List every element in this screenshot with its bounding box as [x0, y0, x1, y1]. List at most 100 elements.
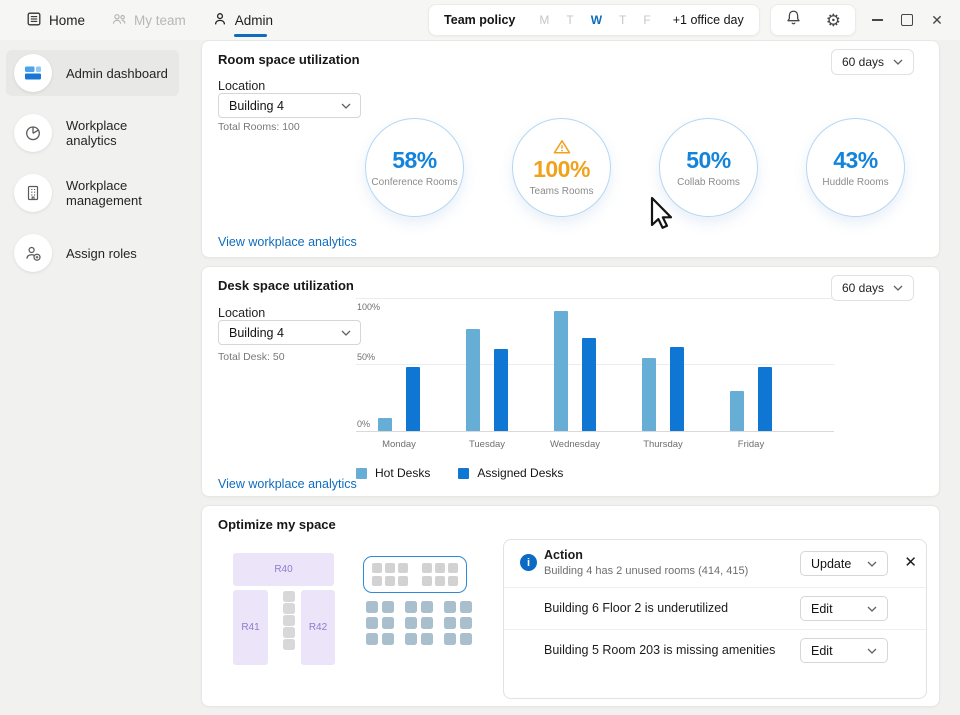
edit-dropdown-button[interactable]: Edit	[800, 596, 888, 621]
utilization-pct: 100%	[533, 156, 590, 183]
view-workplace-analytics-link[interactable]: View workplace analytics	[218, 477, 357, 491]
desk-square	[385, 576, 395, 586]
bar-hot-desks	[378, 418, 392, 431]
floorplan-room-r41[interactable]: R41	[233, 590, 268, 665]
room-type-label: Teams Rooms	[530, 186, 594, 197]
floorplan-room-r42[interactable]: R42	[301, 590, 335, 665]
sidebar-item-assign-roles[interactable]: Assign roles	[6, 230, 179, 276]
floorplan-desk-column	[283, 591, 295, 650]
desk-square	[372, 576, 382, 586]
location-select[interactable]: Building 4	[218, 320, 361, 345]
room-space-utilization-card: Room space utilization 60 days Location …	[201, 40, 940, 258]
tab-home-label: Home	[49, 13, 85, 28]
bar-hot-desks	[554, 311, 568, 431]
pie-chart-icon	[14, 114, 52, 152]
x-axis-label: Friday	[711, 439, 791, 450]
day-wednesday[interactable]: W	[591, 13, 602, 27]
window-controls: ✕	[862, 0, 952, 40]
bar-group-wednesday	[554, 311, 596, 431]
card-title: Desk space utilization	[218, 278, 354, 293]
bar-assigned-desks	[494, 349, 508, 431]
desk-cluster	[444, 601, 472, 645]
chevron-down-icon	[867, 561, 877, 567]
total-desks: Total Desk: 50	[218, 351, 285, 363]
legend-swatch	[458, 468, 469, 479]
office-day-label: +1 office day	[673, 13, 744, 27]
bell-icon[interactable]	[785, 9, 802, 31]
x-axis-label: Monday	[359, 439, 439, 450]
floorplan-room-r40[interactable]: R40	[233, 553, 334, 586]
sidebar-item-workplace-management[interactable]: Workplace management	[6, 170, 179, 216]
desk-square	[435, 563, 445, 573]
x-axis-label: Wednesday	[535, 439, 615, 450]
chevron-down-icon	[867, 606, 877, 612]
desk-square	[283, 591, 295, 602]
team-policy-pill: Team policy M T W T F +1 office day	[428, 4, 760, 36]
tab-admin[interactable]: Admin	[212, 0, 273, 40]
view-workplace-analytics-link[interactable]: View workplace analytics	[218, 235, 357, 249]
desk-period-dropdown[interactable]: 60 days	[831, 275, 914, 301]
chevron-down-icon	[867, 648, 877, 654]
day-friday[interactable]: F	[643, 13, 650, 27]
close-button[interactable]: ✕	[922, 0, 952, 40]
room-period-dropdown[interactable]: 60 days	[831, 49, 914, 75]
update-dropdown-button[interactable]: Update	[800, 551, 888, 576]
legend-hot-desks[interactable]: Hot Desks	[356, 466, 430, 480]
desk-square	[283, 627, 295, 638]
assign-roles-icon	[14, 234, 52, 272]
tab-my-team[interactable]: My team	[111, 0, 186, 40]
action-subtitle: Building 4 has 2 unused rooms (414, 415)	[544, 565, 748, 577]
bar-group-thursday	[642, 347, 684, 431]
button-label: Edit	[811, 644, 833, 658]
legend-assigned-desks[interactable]: Assigned Desks	[458, 466, 563, 480]
action-row-text: Building 6 Floor 2 is underutilized	[544, 601, 728, 615]
location-label: Location	[218, 79, 265, 93]
day-monday[interactable]: M	[539, 13, 549, 27]
card-title: Optimize my space	[218, 517, 336, 532]
bar-hot-desks	[466, 329, 480, 431]
selected-desk-row[interactable]	[363, 556, 467, 593]
sidebar-item-workplace-analytics[interactable]: Workplace analytics	[6, 110, 179, 156]
bar-hot-desks	[642, 358, 656, 431]
collab-rooms-circle: 50% Collab Rooms	[659, 118, 758, 217]
bar-group-tuesday	[466, 329, 508, 431]
y-tick: 100%	[357, 302, 380, 312]
location-select[interactable]: Building 4	[218, 93, 361, 118]
notification-settings-pill: ⚙	[770, 4, 856, 36]
desk-square	[435, 576, 445, 586]
desk-space-utilization-card: Desk space utilization 60 days Location …	[201, 266, 940, 497]
desk-square	[460, 601, 472, 613]
desk-square	[382, 601, 394, 613]
close-icon[interactable]: ✕	[904, 555, 917, 570]
sidebar-item-label: Admin dashboard	[66, 66, 168, 81]
x-axis-label: Thursday	[623, 439, 703, 450]
day-thursday[interactable]: T	[619, 13, 626, 27]
desk-square	[405, 601, 417, 613]
desk-square	[421, 601, 433, 613]
desk-square	[444, 633, 456, 645]
people-icon	[111, 11, 127, 30]
desk-square	[421, 633, 433, 645]
bar-assigned-desks	[582, 338, 596, 431]
bar-assigned-desks	[670, 347, 684, 431]
desk-square	[283, 639, 295, 650]
sidebar-item-label: Assign roles	[66, 246, 137, 261]
period-value: 60 days	[842, 55, 884, 69]
desk-square	[422, 576, 432, 586]
edit-dropdown-button[interactable]: Edit	[800, 638, 888, 663]
button-label: Edit	[811, 602, 833, 616]
desk-map-rows	[366, 601, 472, 645]
day-tuesday[interactable]: T	[566, 13, 573, 27]
minimize-button[interactable]	[862, 0, 892, 40]
sidebar-item-admin-dashboard[interactable]: Admin dashboard	[6, 50, 179, 96]
legend-swatch	[356, 468, 367, 479]
desk-square	[405, 617, 417, 629]
desk-square	[366, 617, 378, 629]
desk-square	[444, 601, 456, 613]
tab-home[interactable]: Home	[26, 0, 85, 40]
desk-square	[444, 617, 456, 629]
chevron-down-icon	[893, 285, 903, 291]
maximize-button[interactable]	[892, 0, 922, 40]
desk-chart: 100% 50% 0% MondayTuesdayWednesdayThursd…	[356, 289, 834, 457]
gear-icon[interactable]: ⚙	[826, 12, 841, 29]
